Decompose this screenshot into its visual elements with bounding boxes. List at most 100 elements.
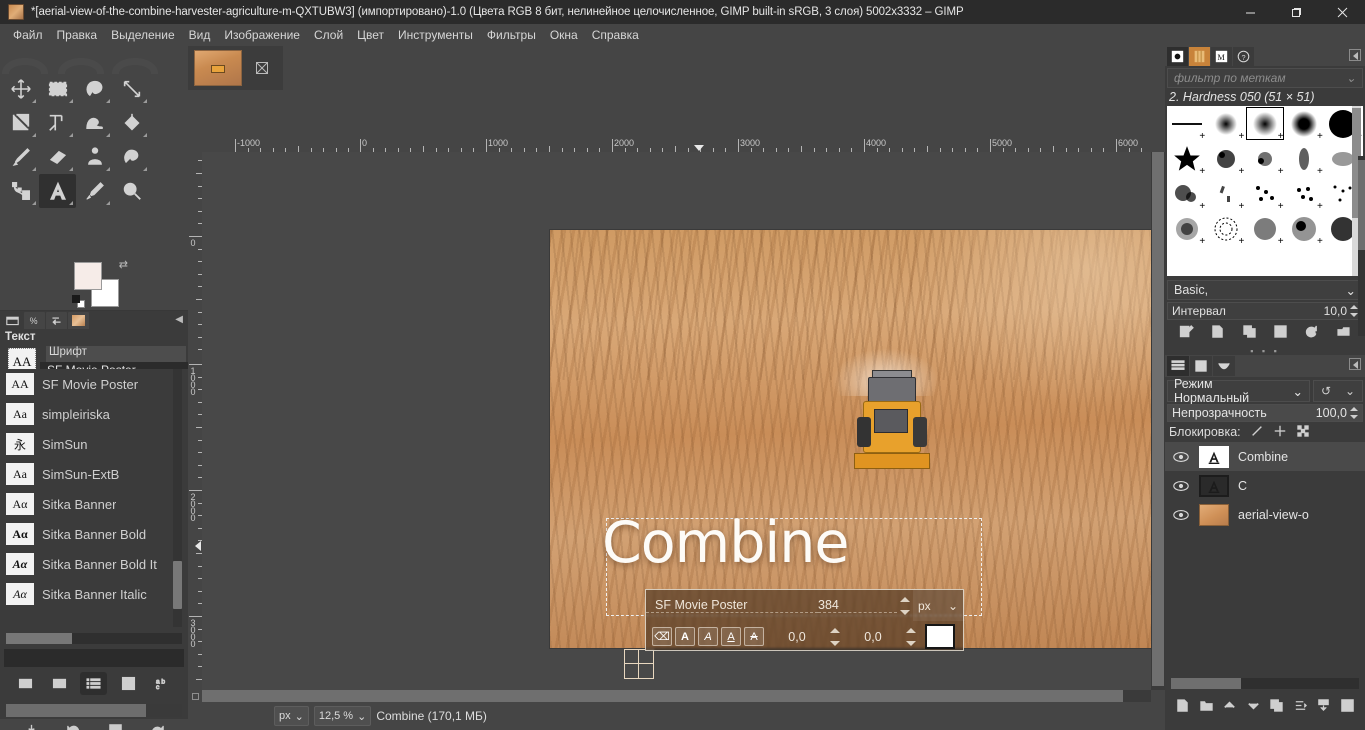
- unified-transform-tool[interactable]: [39, 106, 76, 140]
- document-history-tab[interactable]: ?: [1233, 46, 1254, 66]
- layer-row[interactable]: aerial-view-o: [1165, 500, 1365, 529]
- close-button[interactable]: [1319, 0, 1365, 24]
- dock-menu-arrow-icon[interactable]: [1349, 358, 1361, 370]
- delete-layer-button[interactable]: [1340, 698, 1355, 716]
- new-layer-button[interactable]: [1175, 698, 1190, 716]
- brush-item[interactable]: +: [1285, 176, 1324, 212]
- unit-select[interactable]: px ⌄: [274, 706, 309, 726]
- menu-help[interactable]: Справка: [585, 26, 646, 44]
- grid-view-button[interactable]: [115, 672, 142, 695]
- zoom-out-button[interactable]: [12, 672, 39, 695]
- font-list-hscrollbar[interactable]: [6, 633, 182, 644]
- font-list-item[interactable]: Aα Sitka Banner: [0, 489, 188, 519]
- patterns-tab[interactable]: [1189, 46, 1210, 66]
- horizontal-ruler[interactable]: -1000 0 1000 2000 3000 4000 5000 6000: [188, 138, 1151, 152]
- text-kerning-value[interactable]: 0,0: [843, 630, 903, 644]
- brush-item[interactable]: +: [1206, 141, 1245, 177]
- zoom-tool[interactable]: [113, 174, 150, 208]
- text-size-spinner[interactable]: [897, 593, 913, 619]
- menu-windows[interactable]: Окна: [543, 26, 585, 44]
- font-list-item[interactable]: Aa SimSun-ExtB: [0, 459, 188, 489]
- menu-tools[interactable]: Инструменты: [391, 26, 480, 44]
- text-color-swatch[interactable]: [925, 624, 955, 649]
- menu-layer[interactable]: Слой: [307, 26, 350, 44]
- images-tab[interactable]: [68, 311, 89, 329]
- brush-item-selected[interactable]: +: [1245, 106, 1284, 142]
- layer-visibility-icon[interactable]: [1173, 509, 1199, 521]
- text-font-value[interactable]: SF Movie Poster: [646, 598, 818, 613]
- navigation-preview-button[interactable]: [1151, 690, 1165, 702]
- menu-view[interactable]: Вид: [182, 26, 218, 44]
- layers-tab[interactable]: [1167, 356, 1189, 376]
- edit-brush-button[interactable]: [1179, 324, 1195, 342]
- font-list-scroll-thumb[interactable]: [173, 561, 182, 609]
- device-status-tab[interactable]: %: [24, 311, 45, 329]
- lower-layer-button[interactable]: [1246, 698, 1261, 716]
- warp-transform-tool[interactable]: [76, 106, 113, 140]
- duplicate-brush-button[interactable]: [1242, 324, 1257, 342]
- quick-mask-toggle[interactable]: [188, 690, 202, 702]
- canvas-text-layer[interactable]: Combine: [602, 515, 849, 572]
- zoom-select[interactable]: 12,5 % ⌄: [313, 706, 372, 726]
- smudge-tool[interactable]: [113, 140, 150, 174]
- brush-item[interactable]: +: [1167, 106, 1206, 142]
- brush-item[interactable]: +: [1167, 211, 1206, 247]
- brush-item[interactable]: +: [1206, 176, 1245, 212]
- delete-brush-button[interactable]: [1273, 324, 1288, 342]
- font-list-item[interactable]: AA SF Movie Poster: [0, 369, 188, 399]
- layer-panel-scrollbar[interactable]: [1358, 156, 1365, 336]
- move-tool[interactable]: [2, 72, 39, 106]
- eraser-tool[interactable]: [39, 140, 76, 174]
- font-list-item[interactable]: 永 SimSun: [0, 429, 188, 459]
- paths-tab[interactable]: [1213, 356, 1235, 376]
- color-picker-tool[interactable]: [76, 174, 113, 208]
- font-tag-field[interactable]: [4, 649, 184, 667]
- refresh-brushes-button[interactable]: [1304, 324, 1319, 342]
- text-tool[interactable]: [39, 174, 76, 208]
- zoom-in-button[interactable]: [46, 672, 73, 695]
- layer-row[interactable]: Combine: [1165, 442, 1365, 471]
- fuzzy-select-tool[interactable]: [113, 72, 150, 106]
- foreground-color-swatch[interactable]: [74, 262, 102, 290]
- menu-filters[interactable]: Фильтры: [480, 26, 543, 44]
- tool-options-tab[interactable]: [2, 311, 23, 329]
- brush-item[interactable]: +: [1167, 176, 1206, 212]
- crop-tool[interactable]: [2, 106, 39, 140]
- font-list-item[interactable]: Aα Sitka Banner Bold: [0, 519, 188, 549]
- brush-item[interactable]: +: [1285, 141, 1324, 177]
- text-baseline-value[interactable]: 0,0: [767, 630, 827, 644]
- brush-item[interactable]: +: [1245, 141, 1284, 177]
- close-image-tab-icon[interactable]: [254, 60, 270, 76]
- brush-item[interactable]: +: [1245, 176, 1284, 212]
- swap-colors-icon[interactable]: ⇄: [119, 258, 128, 271]
- menu-file[interactable]: Файл: [6, 26, 50, 44]
- font-tags-button[interactable]: a bc: [149, 672, 176, 695]
- brush-tag-filter[interactable]: фильтр по меткам ⌄: [1167, 68, 1363, 88]
- minimize-button[interactable]: [1227, 0, 1273, 24]
- brush-spacing-row[interactable]: Интервал 10,0: [1167, 302, 1363, 320]
- open-brush-folder-button[interactable]: [1336, 324, 1351, 342]
- font-list-item[interactable]: Aα Sitka Banner Italic: [0, 579, 188, 609]
- lock-alpha-button[interactable]: [1296, 424, 1310, 441]
- brush-set-select[interactable]: Basic, ⌄: [1167, 280, 1363, 300]
- menu-image[interactable]: Изображение: [217, 26, 307, 44]
- layer-visibility-icon[interactable]: [1173, 451, 1199, 463]
- vertical-ruler[interactable]: 0 1000 2000 3000: [188, 152, 202, 722]
- lock-pixels-button[interactable]: [1250, 424, 1264, 441]
- list-view-button[interactable]: [80, 671, 108, 695]
- fonts-tab[interactable]: M: [1211, 46, 1232, 66]
- strikethrough-button[interactable]: A: [744, 627, 764, 646]
- maximize-button[interactable]: [1273, 0, 1319, 24]
- canvas-vertical-scrollbar[interactable]: [1151, 152, 1165, 722]
- layer-mode-extra-options[interactable]: ↺ ⌄: [1313, 380, 1363, 402]
- menu-edit[interactable]: Правка: [50, 26, 105, 44]
- restore-tool-preset-button[interactable]: [66, 723, 81, 730]
- bold-button[interactable]: A: [675, 627, 695, 646]
- brush-item[interactable]: +: [1206, 211, 1245, 247]
- dock-menu-arrow-icon[interactable]: [1349, 49, 1361, 61]
- dock-menu-arrow-icon[interactable]: ◀: [175, 314, 183, 325]
- brush-item[interactable]: +: [1167, 141, 1206, 177]
- reset-colors-icon[interactable]: [72, 295, 85, 308]
- clone-tool[interactable]: [76, 140, 113, 174]
- font-list-item[interactable]: Aα Sitka Banner Bold It: [0, 549, 188, 579]
